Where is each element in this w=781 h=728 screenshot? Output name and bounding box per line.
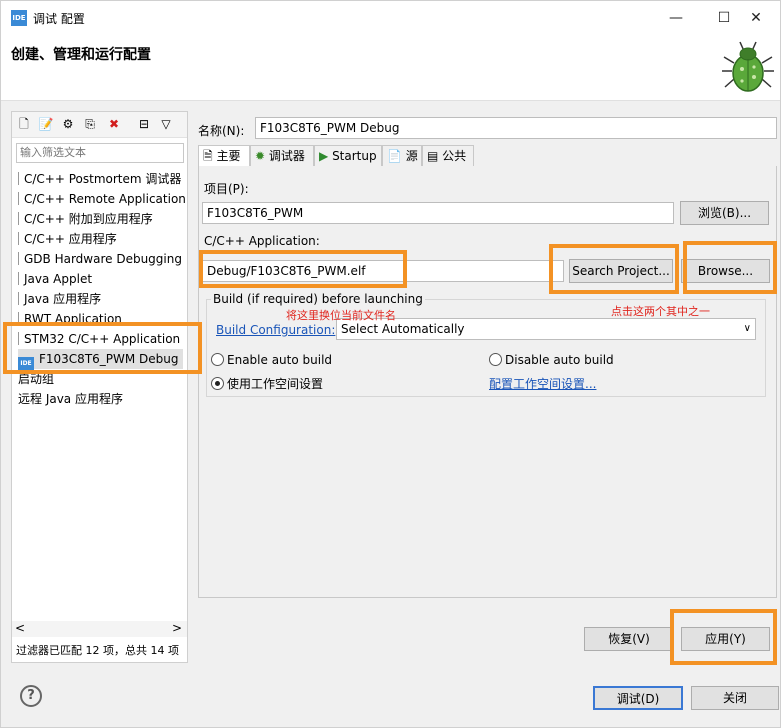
tab-common[interactable]: ▤ 公共 [422, 145, 474, 167]
common-tab-icon: ▤ [427, 149, 439, 163]
tree-item-label: GDB Hardware Debugging [24, 252, 182, 266]
tree-item-remote-java[interactable]: 远程 Java 应用程序 [18, 389, 123, 409]
browse-project-button[interactable]: 浏览(B)... [680, 201, 769, 225]
tree-item-label: 远程 Java 应用程序 [18, 392, 123, 406]
enable-auto-build-label: Enable auto build [227, 353, 333, 367]
tree-item-cpp-app[interactable]: C/C++ 应用程序 [18, 229, 117, 249]
build-group-label: Build (if required) before launching [211, 292, 425, 306]
use-workspace-label: 使用工作空间设置 [227, 377, 324, 391]
tab-label: 主要 [216, 149, 241, 163]
highlight-box-search [549, 244, 679, 294]
tree-line [18, 252, 19, 265]
tree-item-label: 启动组 [18, 372, 55, 386]
tree-line [18, 172, 19, 185]
project-label: 项目(P): [204, 182, 249, 196]
tree-item-label: C/C++ 应用程序 [24, 232, 117, 246]
config-tree: C/C++ Postmortem 调试器 C/C++ Remote Applic… [12, 169, 187, 621]
tab-source[interactable]: 📄 源 [382, 145, 422, 167]
radio-icon [211, 353, 224, 366]
tree-item-remote[interactable]: C/C++ Remote Application [18, 189, 186, 209]
tab-label: 源 [405, 149, 418, 163]
duplicate-config-icon[interactable]: ⎘ [82, 116, 98, 132]
tree-line [18, 232, 19, 245]
tab-main[interactable]: 🗎 主要 [198, 145, 250, 167]
export-config-icon[interactable]: ⚙ [60, 116, 76, 132]
highlight-box-config [3, 322, 202, 374]
highlight-box-apply [670, 609, 777, 665]
tab-label: 调试器 [268, 149, 305, 163]
tree-item-attach[interactable]: C/C++ 附加到应用程序 [18, 209, 153, 229]
use-workspace-option[interactable]: 使用工作空间设置 [211, 375, 323, 392]
enable-auto-build-option[interactable]: Enable auto build [211, 353, 332, 367]
tree-item-java-applet[interactable]: Java Applet [18, 269, 92, 289]
tree-item-postmortem[interactable]: C/C++ Postmortem 调试器 [18, 169, 181, 189]
page-title: 创建、管理和运行配置 [11, 47, 151, 63]
revert-button[interactable]: 恢复(V) [584, 627, 674, 651]
tree-item-label: C/C++ 附加到应用程序 [24, 212, 153, 226]
title-bar: IDE 调试 配置 — ☐ ✕ [1, 1, 780, 35]
maximize-button[interactable]: ☐ [709, 5, 739, 31]
tree-item-label: Java 应用程序 [24, 292, 102, 306]
tab-debugger[interactable]: ✹ 调试器 [250, 145, 314, 167]
tree-item-label: C/C++ Postmortem 调试器 [24, 172, 182, 186]
build-config-select[interactable]: Select Automatically ∨ [336, 318, 756, 340]
tree-item-label: C/C++ Remote Application [24, 192, 186, 206]
scroll-left-icon[interactable]: < [15, 621, 25, 635]
startup-tab-icon: ▶ [319, 149, 329, 163]
tree-item-gdb-hw[interactable]: GDB Hardware Debugging [18, 249, 182, 269]
name-field[interactable]: F103C8T6_PWM Debug [255, 117, 777, 139]
window-title: 调试 配置 [33, 12, 85, 26]
highlight-box-browse [683, 241, 777, 294]
disable-auto-build-option[interactable]: Disable auto build [489, 353, 614, 367]
debug-bug-icon [722, 41, 774, 92]
tab-label: 公共 [442, 149, 467, 163]
dialog-window: IDE 调试 配置 — ☐ ✕ 创建、管理和运行配置 🗋 📝 ⚙ ⎘ ✖ ⊟ ▽… [0, 0, 781, 728]
project-field[interactable]: F103C8T6_PWM [202, 202, 674, 224]
ide-app-icon: IDE [11, 10, 27, 26]
config-toolbar: 🗋 📝 ⚙ ⎘ ✖ ⊟ ▽ [12, 112, 187, 138]
build-config-link[interactable]: Build Configuration: [216, 323, 335, 337]
scroll-right-icon[interactable]: > [172, 621, 182, 635]
config-workspace-link[interactable]: 配置工作空间设置... [489, 375, 596, 392]
tab-startup[interactable]: ▶ Startup [314, 145, 382, 167]
tree-item-java-app[interactable]: Java 应用程序 [18, 289, 101, 309]
minimize-button[interactable]: — [661, 5, 691, 31]
annotation-replace-filename: 将这里换位当前文件名 [286, 309, 396, 322]
filter-status: 过滤器已匹配 12 项，总共 14 项 [16, 644, 179, 657]
collapse-all-icon[interactable]: ⊟ [136, 116, 152, 132]
horizontal-scrollbar[interactable]: < > [12, 621, 187, 637]
radio-selected-icon [211, 377, 224, 390]
new-config-icon[interactable]: 🗋 [16, 116, 32, 132]
filter-icon[interactable]: ▽ [158, 116, 174, 132]
disable-auto-build-label: Disable auto build [505, 353, 614, 367]
name-label: 名称(N): [198, 124, 245, 138]
highlight-box-app-path [199, 250, 407, 288]
tab-label: Startup [332, 149, 377, 163]
tree-line [18, 192, 19, 205]
close-window-button[interactable]: ✕ [741, 5, 771, 31]
new-prototype-icon[interactable]: 📝 [38, 116, 54, 132]
help-icon[interactable]: ? [20, 685, 42, 707]
app-label: C/C++ Application: [204, 234, 320, 248]
radio-icon [489, 353, 502, 366]
config-list-panel: 🗋 📝 ⚙ ⎘ ✖ ⊟ ▽ 输入筛选文本 C/C++ Postmortem 调试… [11, 111, 188, 663]
tree-item-label: Java Applet [24, 272, 93, 286]
source-tab-icon: 📄 [387, 149, 402, 163]
annotation-choose-button: 点击这两个其中之一 [611, 305, 710, 318]
tree-line [18, 212, 19, 225]
debugger-tab-icon: ✹ [255, 149, 266, 163]
tree-line [18, 272, 19, 285]
build-config-value: Select Automatically [341, 322, 465, 336]
dialog-header: 创建、管理和运行配置 [1, 35, 780, 101]
filter-input[interactable]: 输入筛选文本 [16, 143, 184, 163]
close-button[interactable]: 关闭 [691, 686, 779, 710]
delete-config-icon[interactable]: ✖ [106, 116, 122, 132]
debug-button[interactable]: 调试(D) [593, 686, 683, 710]
tree-line [18, 292, 19, 305]
chevron-down-icon: ∨ [743, 323, 751, 334]
main-tab-icon: 🗎 [203, 149, 213, 163]
